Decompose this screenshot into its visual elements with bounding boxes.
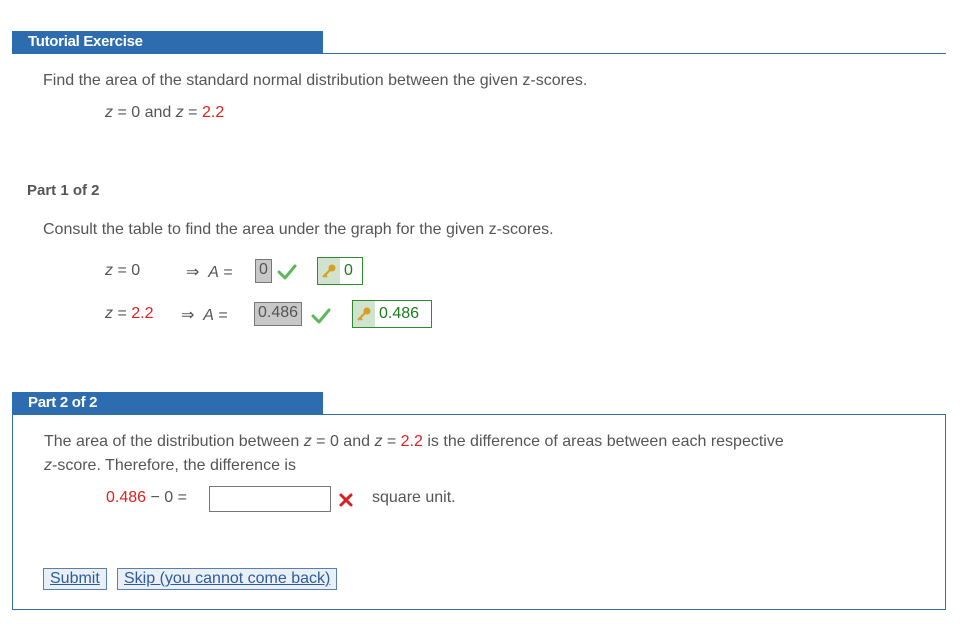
- part1-instruction: Consult the table to find the area under…: [43, 221, 554, 238]
- part1-row1-arrow: ⇒ A =: [186, 264, 233, 281]
- key-icon: [318, 258, 340, 284]
- part2-header: Part 2 of 2: [12, 392, 323, 415]
- header-rule: [12, 53, 946, 54]
- part1-row2-answer: 0.486: [254, 302, 303, 326]
- part1-row2-arrow: ⇒ A =: [181, 307, 228, 324]
- part2-text-line1: The area of the distribution between z =…: [44, 433, 784, 450]
- header-title: Tutorial Exercise: [28, 33, 143, 50]
- part1-row1-answer: 0: [255, 259, 272, 283]
- part1-row1-equation: z = 0: [105, 262, 141, 279]
- part1-row1-key[interactable]: 0: [317, 257, 363, 285]
- part2-expression: 0.486 − 0 =: [106, 489, 187, 506]
- part1-row2-equation: z = 2.2: [105, 305, 154, 322]
- part2-label: Part 2 of 2: [28, 394, 98, 411]
- part1-label: Part 1 of 2: [27, 182, 100, 199]
- intro-instruction: Find the area of the standard normal dis…: [43, 72, 588, 89]
- checkmark-icon: [277, 264, 297, 280]
- part1-row2-key[interactable]: 0.486: [352, 300, 432, 328]
- difference-answer-input[interactable]: [209, 486, 331, 512]
- skip-button[interactable]: Skip (you cannot come back): [117, 568, 338, 590]
- submit-button[interactable]: Submit: [43, 568, 107, 590]
- part2-panel: The area of the distribution between z =…: [12, 414, 946, 610]
- tutorial-exercise-header: Tutorial Exercise: [12, 31, 323, 54]
- checkmark-icon: [311, 308, 331, 324]
- incorrect-x-icon: [339, 493, 353, 507]
- part2-text-line2: z-score. Therefore, the difference is: [44, 457, 296, 474]
- unit-label: square unit.: [372, 489, 456, 506]
- key-icon: [353, 301, 375, 327]
- intro-zscores: z = 0 and z = 2.2: [105, 104, 225, 121]
